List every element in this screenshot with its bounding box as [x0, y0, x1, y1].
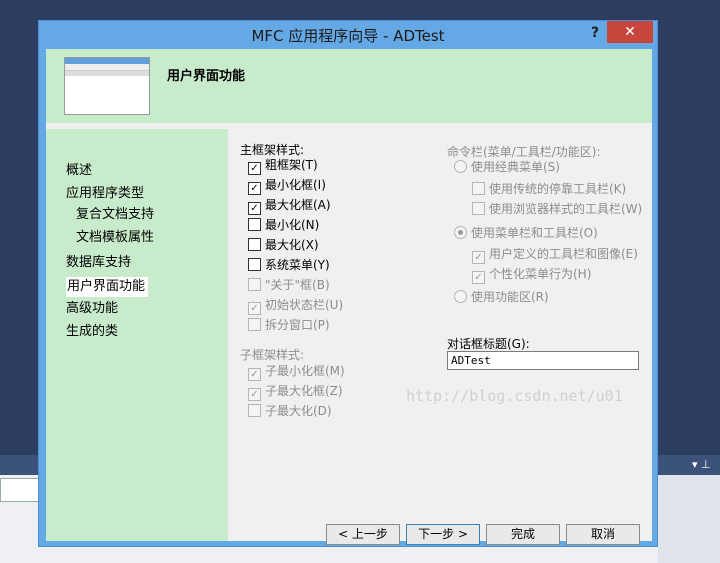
wizard-content: 主框架样式: ✓ 粗框架(T) ✓ 最小化框(I) ✓ 最大化框(A) 最小化(N) …: [228, 123, 652, 545]
nav-item-ui-features[interactable]: 用户界面功能: [66, 277, 149, 297]
nav-item-app-type[interactable]: 应用程序类型: [66, 184, 144, 204]
prev-button[interactable]: < 上一步: [326, 524, 400, 545]
next-button[interactable]: 下一步 >: [406, 524, 480, 545]
pin-icon[interactable]: ▾ ⊥: [692, 458, 711, 471]
nav-item-doc-template[interactable]: 文档模板属性: [76, 228, 154, 248]
finish-button[interactable]: 完成: [486, 524, 560, 545]
dialog-title-input[interactable]: ADTest: [447, 351, 639, 370]
dialog-title-label: 对话框标题(G):: [447, 337, 530, 351]
check-icon: ✓: [248, 302, 261, 315]
checkbox-user-toolbar-images: ✓ 用户定义的工具栏和图像(E): [472, 245, 638, 264]
nav-item-advanced[interactable]: 高级功能: [66, 299, 118, 319]
checkbox-minimize-box[interactable]: ✓ 最小化框(I): [248, 176, 326, 195]
check-icon: ✓: [248, 368, 261, 381]
checkbox-minimized[interactable]: 最小化(N): [248, 216, 319, 234]
checkbox-system-menu[interactable]: 系统菜单(Y): [248, 256, 330, 274]
check-icon: ✓: [248, 182, 261, 195]
check-icon: ✓: [248, 162, 261, 175]
ide-background-field: [0, 478, 42, 502]
checkbox-maximize-box[interactable]: ✓ 最大化框(A): [248, 196, 331, 215]
check-icon: ✓: [248, 202, 261, 215]
page-title: 用户界面功能: [167, 69, 246, 84]
title-bar[interactable]: MFC 应用程序向导 - ADTest ? ✕: [39, 21, 657, 49]
wizard-client-area: 用户界面功能 概述 应用程序类型 复合文档支持 文档模板属性 数据库支持 用户界…: [46, 49, 652, 545]
close-icon: ✕: [624, 24, 636, 40]
ide-side-area: [658, 475, 720, 563]
checkbox-thick-frame[interactable]: ✓ 粗框架(T): [248, 156, 318, 175]
window-title: MFC 应用程序向导 - ADTest: [251, 27, 445, 45]
radio-menubar-toolbar: 使用菜单栏和工具栏(O): [454, 224, 598, 242]
checkbox-split-window: 拆分窗口(P): [248, 316, 330, 334]
app-preview-thumbnail-icon: [64, 57, 150, 115]
checkbox-maximized[interactable]: 最大化(X): [248, 236, 319, 254]
close-button[interactable]: ✕: [607, 21, 653, 43]
cancel-button[interactable]: 取消: [566, 524, 640, 545]
radio-ribbon: 使用功能区(R): [454, 288, 549, 306]
wizard-window: MFC 应用程序向导 - ADTest ? ✕ 用户界面功能 概述 应用程序类型…: [38, 20, 658, 547]
wizard-nav: 概述 应用程序类型 复合文档支持 文档模板属性 数据库支持 用户界面功能 高级功…: [46, 129, 228, 541]
nav-item-generated-classes[interactable]: 生成的类: [66, 322, 118, 342]
help-button[interactable]: ?: [583, 23, 607, 43]
radio-classic-menu: 使用经典菜单(S): [454, 158, 560, 176]
nav-item-compound-doc[interactable]: 复合文档支持: [76, 205, 154, 225]
nav-item-overview[interactable]: 概述: [66, 161, 92, 181]
checkbox-child-maximized: 子最大化(D): [248, 402, 332, 420]
checkbox-child-minimize-box: ✓ 子最小化框(M): [248, 362, 345, 381]
check-icon: ✓: [472, 251, 485, 264]
checkbox-about-box: "关于"框(B): [248, 276, 330, 294]
child-frame-heading: 子框架样式:: [240, 348, 305, 362]
check-icon: ✓: [248, 388, 261, 401]
checkbox-personalized-menu: ✓ 个性化菜单行为(H): [472, 265, 591, 284]
check-icon: ✓: [472, 271, 485, 284]
checkbox-child-maximize-box: ✓ 子最大化框(Z): [248, 382, 343, 401]
checkbox-browser-toolbar: 使用浏览器样式的工具栏(W): [472, 200, 642, 218]
checkbox-initial-status-bar: ✓ 初始状态栏(U): [248, 296, 343, 315]
checkbox-docking-toolbar: 使用传统的停靠工具栏(K): [472, 180, 626, 198]
watermark-text: http://blog.csdn.net/u01: [406, 387, 623, 405]
wizard-header: 用户界面功能: [46, 49, 652, 123]
nav-item-database[interactable]: 数据库支持: [66, 253, 131, 273]
